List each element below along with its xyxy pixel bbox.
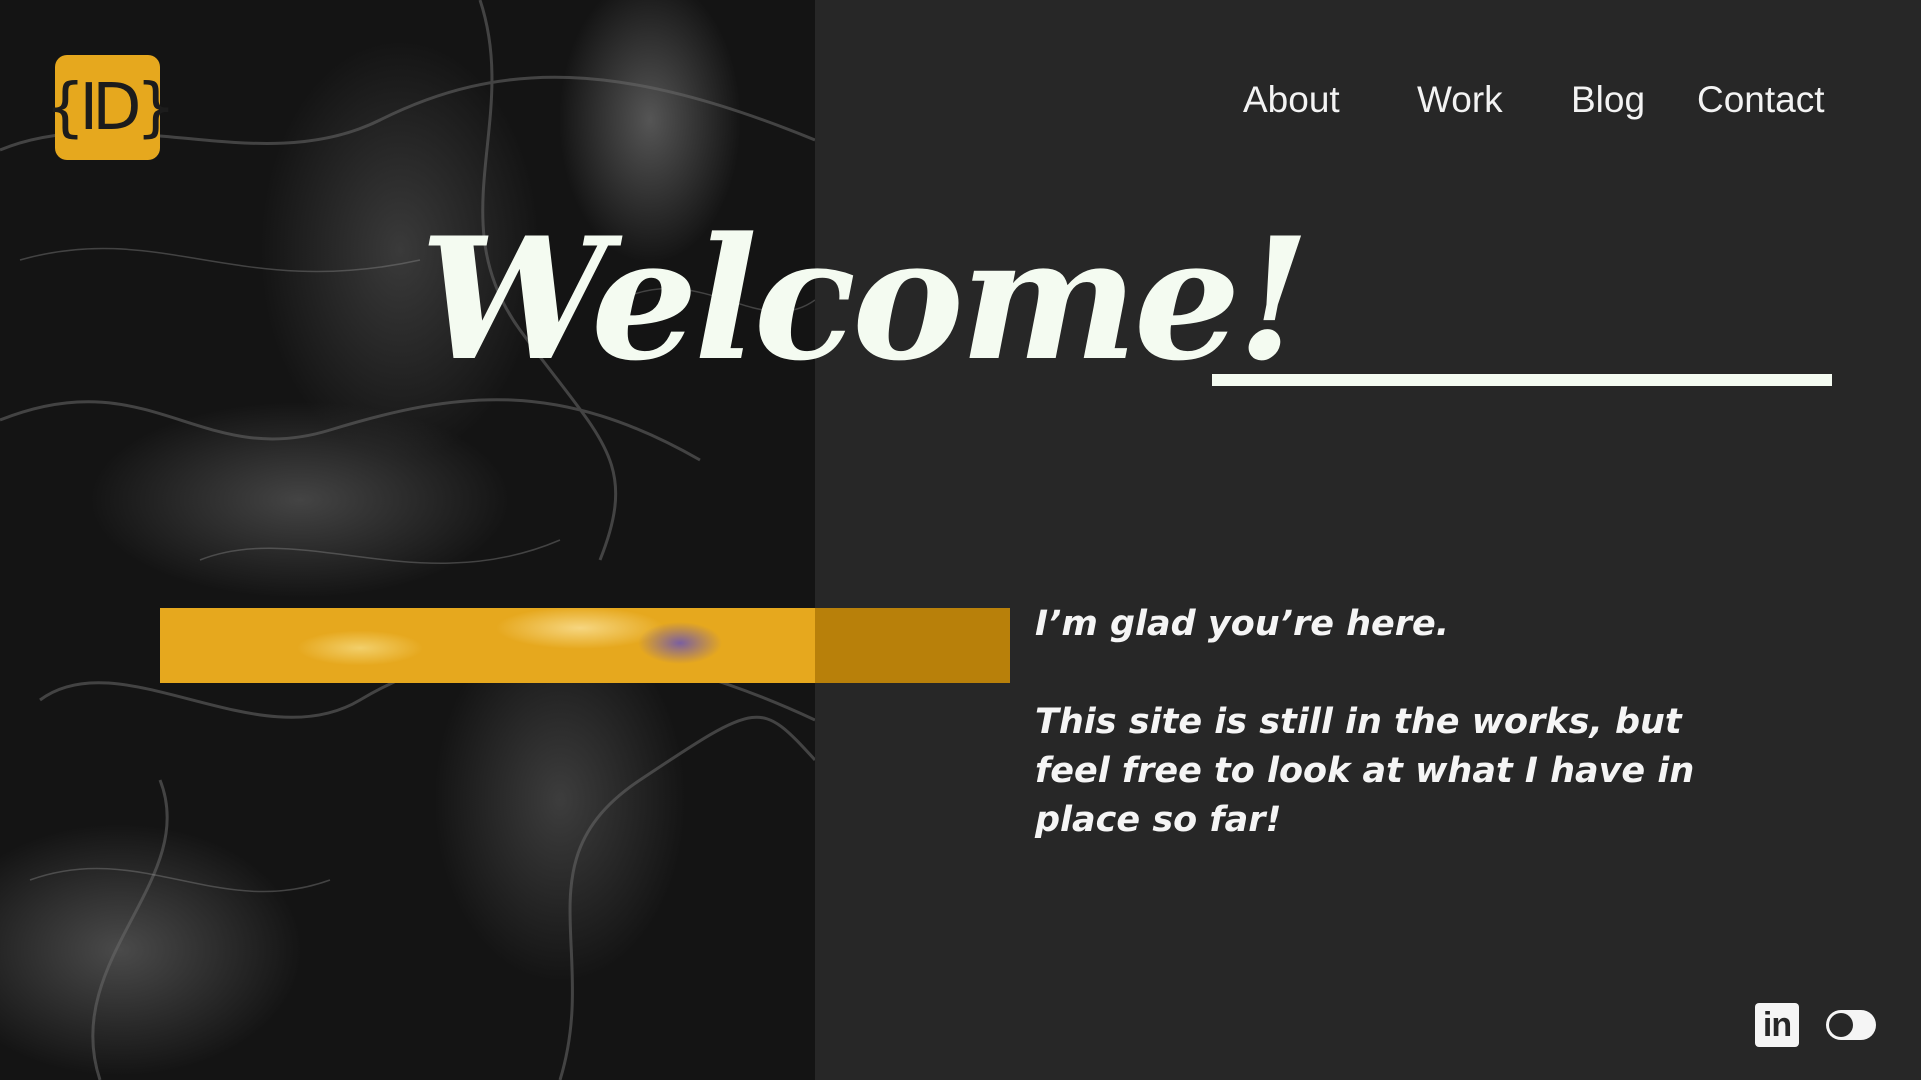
- title-underline: [1212, 374, 1832, 386]
- linkedin-icon[interactable]: in: [1755, 1003, 1799, 1047]
- accent-bar: [160, 608, 815, 683]
- theme-toggle[interactable]: [1826, 1010, 1876, 1040]
- nav-contact[interactable]: Contact: [1697, 72, 1825, 128]
- nav-about[interactable]: About: [1243, 72, 1340, 128]
- message-greeting: I’m glad you’re here.: [1035, 604, 1450, 644]
- wood-texture: [0, 0, 815, 1080]
- linkedin-label: in: [1762, 1006, 1792, 1044]
- page-title: Welcome!: [420, 200, 1310, 398]
- welcome-message: I’m glad you’re here. This site is still…: [1035, 600, 1725, 845]
- hero-background-image: [0, 0, 815, 1080]
- message-body: This site is still in the works, but fee…: [1035, 702, 1695, 840]
- nav-blog[interactable]: Blog: [1571, 72, 1645, 128]
- toggle-knob: [1829, 1013, 1853, 1037]
- accent-bar-solid: [815, 608, 1010, 683]
- nav-work[interactable]: Work: [1417, 72, 1503, 128]
- main-nav: About Work Blog Contact: [0, 72, 1921, 128]
